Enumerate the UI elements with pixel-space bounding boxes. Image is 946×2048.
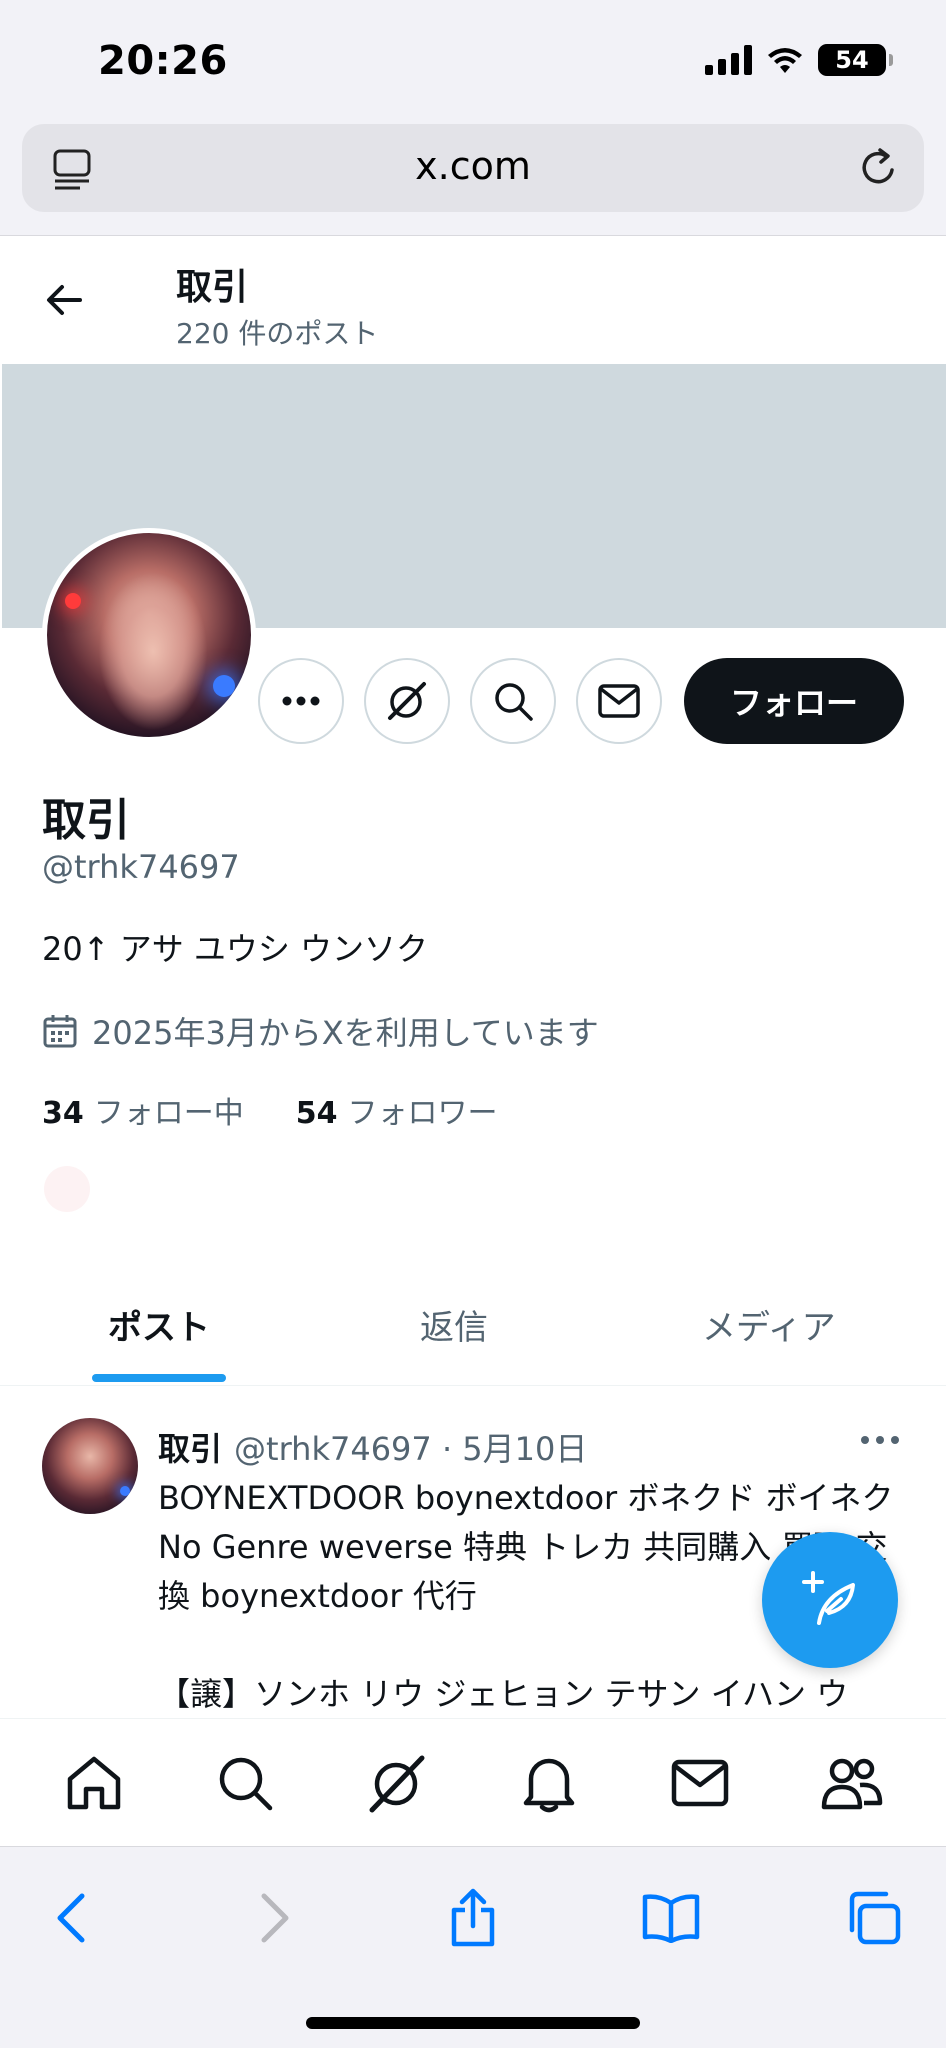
url-text[interactable]: x.com: [22, 144, 924, 188]
search-icon: [220, 1757, 273, 1810]
calendar-icon: [43, 1015, 77, 1048]
nav-grok[interactable]: [349, 1735, 445, 1831]
safari-tabs-icon: [849, 1891, 901, 1945]
battery-icon: 54: [818, 44, 893, 76]
chevron-left-icon: [57, 1893, 85, 1943]
tab-replies[interactable]: 返信: [420, 1300, 488, 1349]
compose-icon: [802, 1571, 855, 1625]
search-icon: [495, 683, 533, 721]
profile-top-header: 取引 220 件のポスト: [0, 236, 946, 364]
bell-icon: [523, 1758, 575, 1812]
nav-search[interactable]: [197, 1735, 293, 1831]
bookmarks-button[interactable]: [636, 1883, 706, 1953]
home-indicator: [306, 2017, 640, 2029]
message-button[interactable]: [576, 658, 662, 744]
followed-by-avatar: [44, 1166, 90, 1212]
follow-stats: 34 フォロー中 54 フォロワー: [42, 1088, 498, 1132]
signal-icon: [705, 45, 752, 75]
nav-home[interactable]: [46, 1735, 142, 1831]
joined-date: 2025年3月からXを利用しています: [42, 1008, 599, 1054]
following-label: フォロー中: [93, 1096, 244, 1131]
profile-bio: 20↑ アサ ユウシ ウンソク: [42, 930, 429, 968]
header-profile-name: 取引: [176, 267, 249, 308]
post-meta: @trhk74697 · 5月10日: [234, 1430, 588, 1468]
bookmarks-icon: [642, 1894, 700, 1943]
profile-display-name: 取引: [42, 795, 130, 846]
profile-handle: @trhk74697: [42, 848, 240, 886]
grok-icon: [369, 1755, 425, 1812]
followers-count: 54: [295, 1096, 338, 1131]
chevron-right-icon: [261, 1893, 289, 1943]
profile-tabs: ポスト 返信 メディア: [0, 1270, 946, 1386]
following-link[interactable]: 34 フォロー中: [42, 1088, 244, 1132]
grok-icon: [388, 682, 426, 720]
post-avatar[interactable]: [42, 1418, 138, 1514]
browser-forward-button[interactable]: [240, 1883, 310, 1953]
grok-button[interactable]: [364, 658, 450, 744]
share-icon: [451, 1888, 495, 1947]
home-icon: [67, 1756, 121, 1809]
reload-icon[interactable]: [856, 146, 900, 190]
more-button[interactable]: [258, 658, 344, 744]
following-count: 34: [42, 1096, 84, 1131]
status-icons: 54: [705, 44, 893, 76]
browser-back-button[interactable]: [36, 1883, 106, 1953]
compose-button[interactable]: [762, 1532, 898, 1668]
status-time: 20:26: [98, 38, 228, 84]
mail-icon: [672, 1759, 729, 1806]
battery-level: 54: [835, 46, 869, 74]
post-more-icon[interactable]: [858, 1430, 902, 1450]
nav-messages[interactable]: [652, 1735, 748, 1831]
follow-button[interactable]: フォロー: [684, 658, 904, 744]
joined-text: 2025年3月からXを利用しています: [92, 1014, 599, 1052]
mail-icon: [598, 684, 640, 718]
post-header: 取引 @trhk74697 · 5月10日: [158, 1424, 587, 1470]
followers-label: フォロワー: [347, 1096, 498, 1131]
post-author-name[interactable]: 取引: [158, 1424, 222, 1470]
share-button[interactable]: [438, 1883, 508, 1953]
back-arrow-icon[interactable]: [40, 276, 88, 324]
people-icon: [821, 1758, 883, 1809]
tab-posts[interactable]: ポスト: [108, 1300, 210, 1349]
more-icon: [282, 696, 320, 706]
nav-notifications[interactable]: [501, 1735, 597, 1831]
profile-avatar[interactable]: [42, 528, 256, 742]
browser-toolbar: [0, 1846, 946, 2048]
browser-url-bar-area: x.com: [0, 118, 946, 236]
status-bar: 20:26 54: [0, 0, 946, 118]
browser-tabs-button[interactable]: [838, 1883, 908, 1953]
tab-media[interactable]: メディア: [702, 1300, 836, 1349]
wifi-icon: [768, 48, 802, 73]
header-post-count: 220 件のポスト: [176, 317, 379, 350]
followers-link[interactable]: 54 フォロワー: [296, 1088, 498, 1132]
search-profile-button[interactable]: [470, 658, 556, 744]
active-tab-indicator: [92, 1374, 226, 1382]
url-bar[interactable]: x.com: [22, 124, 924, 212]
bottom-nav: [0, 1718, 946, 1846]
nav-communities[interactable]: [804, 1735, 900, 1831]
